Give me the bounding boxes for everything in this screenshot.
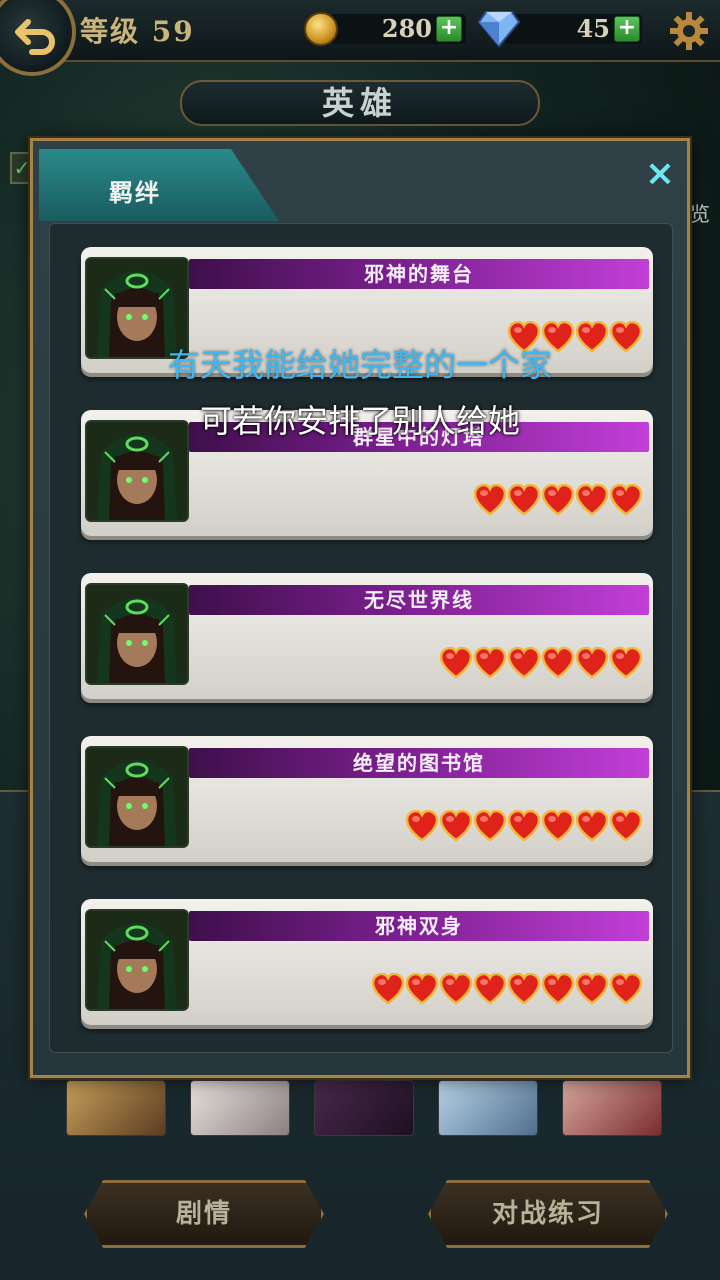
practice-button-label: 对战练习 (491, 1199, 604, 1229)
heart-icon (575, 484, 609, 516)
add-gold-button[interactable]: + (436, 16, 462, 42)
heart-icon (541, 810, 575, 842)
heart-icon (609, 810, 643, 842)
hero-thumbnail[interactable] (190, 1080, 290, 1136)
gear-icon[interactable] (668, 10, 710, 52)
heart-icon (507, 973, 541, 1005)
hero-thumbnail[interactable] (562, 1080, 662, 1136)
heart-icon (439, 810, 473, 842)
heart-icon (507, 484, 541, 516)
heart-icon (541, 973, 575, 1005)
side-label: 览 (690, 202, 710, 226)
hero-avatar (85, 583, 189, 685)
heart-icon (473, 973, 507, 1005)
heart-rating (371, 973, 643, 1007)
heart-rating (439, 647, 643, 681)
hero-portrait-strip (60, 1080, 670, 1138)
heart-icon (507, 810, 541, 842)
heart-icon (473, 647, 507, 679)
heart-icon (609, 973, 643, 1005)
heart-icon (541, 484, 575, 516)
bond-title: 邪神的舞台 (364, 262, 474, 286)
hero-thumbnail[interactable] (438, 1080, 538, 1136)
bond-card[interactable]: 无尽世界线 (81, 573, 653, 699)
hero-portrait-icon (87, 748, 187, 846)
heart-rating (473, 484, 643, 518)
hero-avatar (85, 746, 189, 848)
hero-thumbnail[interactable] (66, 1080, 166, 1136)
practice-button[interactable]: 对战练习 (428, 1180, 668, 1248)
heart-icon (507, 647, 541, 679)
subtitle-line-2: 可若你安排了别人给她 (199, 402, 520, 440)
bond-title: 邪神双身 (375, 914, 463, 938)
bond-card[interactable]: 邪神双身 (81, 899, 653, 1025)
gold-value: 280 (381, 14, 432, 43)
coin-icon (304, 12, 338, 46)
heart-icon (575, 647, 609, 679)
hero-portrait-icon (87, 911, 187, 1009)
player-level: 等级 59 (80, 15, 195, 48)
heart-icon (541, 647, 575, 679)
hero-portrait-icon (87, 585, 187, 683)
heart-icon (473, 484, 507, 516)
bond-title: 绝望的图书馆 (353, 751, 485, 775)
close-icon[interactable]: × (643, 156, 677, 192)
hero-avatar (85, 909, 189, 1011)
hero-thumbnail[interactable] (314, 1080, 414, 1136)
heart-icon (575, 973, 609, 1005)
heart-icon (405, 810, 439, 842)
subtitle-line-1: 有天我能给她完整的一个家 (167, 346, 552, 384)
story-button[interactable]: 剧情 (84, 1180, 324, 1248)
tab-bond-label: 羁绊 (109, 179, 161, 207)
bond-card[interactable]: 绝望的图书馆 (81, 736, 653, 862)
heart-icon (371, 973, 405, 1005)
heart-icon (473, 810, 507, 842)
heart-icon (439, 647, 473, 679)
back-arrow-icon (15, 19, 55, 55)
heart-icon (439, 973, 473, 1005)
gem-value: 45 (576, 14, 610, 43)
add-gem-button[interactable]: + (614, 16, 640, 42)
heart-icon (575, 810, 609, 842)
heart-rating (405, 810, 643, 844)
heart-icon (609, 484, 643, 516)
page-title-banner: 英雄 (180, 80, 540, 126)
heart-icon (609, 647, 643, 679)
diamond-icon (478, 11, 520, 48)
story-button-label: 剧情 (175, 1199, 232, 1229)
page-title: 英雄 (321, 84, 398, 122)
bond-title: 无尽世界线 (364, 588, 474, 612)
heart-icon (405, 973, 439, 1005)
bond-modal: 羁绊 × 邪神的舞台 群星中的灯塔 无尽世界线 绝望的图书馆 邪神双身 (30, 138, 690, 1078)
